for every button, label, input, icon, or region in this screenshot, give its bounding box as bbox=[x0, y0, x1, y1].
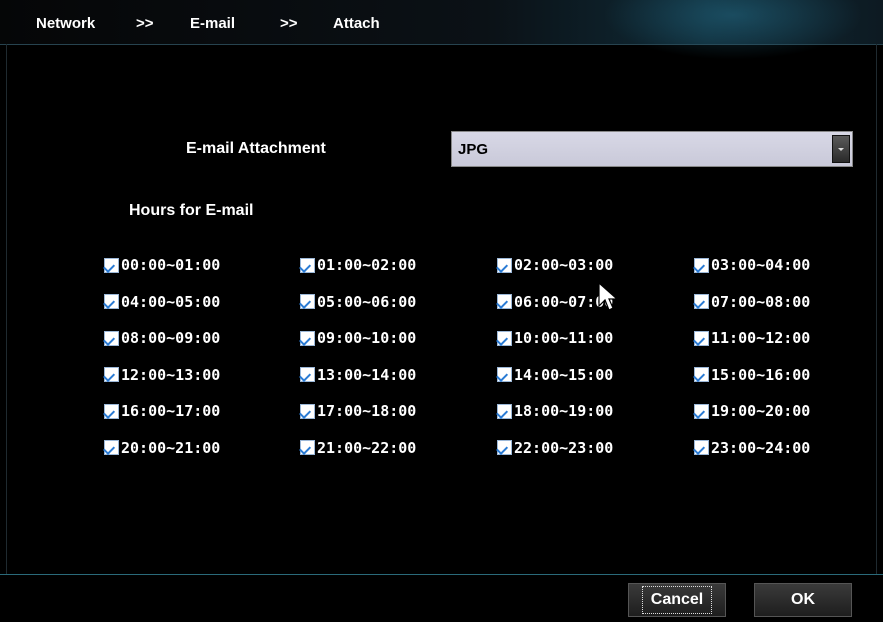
hour-slot[interactable]: 04:00~05:00 bbox=[104, 293, 220, 311]
hour-checkbox[interactable] bbox=[104, 257, 119, 273]
hour-checkbox[interactable] bbox=[104, 403, 119, 419]
hour-slot-label: 00:00~01:00 bbox=[121, 256, 221, 274]
attachment-select-value: JPG bbox=[458, 141, 489, 158]
hour-checkbox[interactable] bbox=[694, 367, 709, 382]
hour-checkbox[interactable] bbox=[497, 330, 512, 346]
hour-checkbox[interactable] bbox=[497, 367, 512, 382]
email-attach-screen: Network >> E-mail >> Attach E-mail Attac… bbox=[0, 0, 883, 622]
hour-slot[interactable]: 15:00~16:00 bbox=[694, 366, 810, 384]
hour-slot-label: 13:00~14:00 bbox=[317, 365, 417, 384]
breadcrumb-attach: Attach bbox=[333, 15, 380, 32]
hour-checkbox[interactable] bbox=[300, 330, 315, 346]
hour-slot-label: 20:00~21:00 bbox=[121, 438, 221, 457]
hour-slot-label: 04:00~05:00 bbox=[121, 292, 221, 311]
breadcrumb-separator: >> bbox=[136, 15, 154, 32]
hour-slot-label: 18:00~19:00 bbox=[514, 402, 614, 420]
hour-slot[interactable]: 23:00~24:00 bbox=[694, 439, 810, 457]
hour-checkbox[interactable] bbox=[300, 403, 315, 419]
chevron-down-icon[interactable] bbox=[832, 135, 850, 163]
hour-slot-label: 03:00~04:00 bbox=[711, 256, 811, 274]
hour-slot[interactable]: 02:00~03:00 bbox=[497, 256, 613, 274]
hour-checkbox[interactable] bbox=[694, 330, 709, 346]
hour-slot[interactable]: 07:00~08:00 bbox=[694, 293, 810, 311]
breadcrumb-network[interactable]: Network bbox=[36, 15, 95, 32]
hour-slot[interactable]: 08:00~09:00 bbox=[104, 329, 220, 347]
hour-slot-label: 21:00~22:00 bbox=[317, 438, 417, 457]
hour-slot-label: 09:00~10:00 bbox=[317, 329, 417, 347]
hour-checkbox[interactable] bbox=[300, 440, 315, 455]
hour-slot-label: 16:00~17:00 bbox=[121, 402, 221, 420]
hour-slot-label: 17:00~18:00 bbox=[317, 402, 417, 420]
title-bar: Network >> E-mail >> Attach bbox=[0, 0, 883, 60]
hour-slot[interactable]: 18:00~19:00 bbox=[497, 402, 613, 420]
hour-slot[interactable]: 01:00~02:00 bbox=[300, 256, 416, 274]
hour-checkbox[interactable] bbox=[104, 294, 119, 309]
hour-slot-label: 05:00~06:00 bbox=[317, 292, 417, 311]
hour-slot-label: 12:00~13:00 bbox=[121, 365, 221, 384]
hour-checkbox[interactable] bbox=[104, 330, 119, 346]
ok-button[interactable]: OK bbox=[754, 583, 852, 617]
hour-slot[interactable]: 12:00~13:00 bbox=[104, 366, 220, 384]
hour-checkbox[interactable] bbox=[104, 440, 119, 455]
hour-checkbox[interactable] bbox=[300, 257, 315, 273]
hour-slot[interactable]: 17:00~18:00 bbox=[300, 402, 416, 420]
hour-slot[interactable]: 00:00~01:00 bbox=[104, 256, 220, 274]
hour-slot[interactable]: 14:00~15:00 bbox=[497, 366, 613, 384]
hour-checkbox[interactable] bbox=[104, 367, 119, 382]
hour-slot[interactable]: 11:00~12:00 bbox=[694, 329, 810, 347]
hour-slot[interactable]: 19:00~20:00 bbox=[694, 402, 810, 420]
hour-slot-label: 11:00~12:00 bbox=[711, 329, 811, 347]
hours-grid: 00:00~01:00 01:00~02:00 02:00~03:00 03:00~0… bbox=[104, 256, 844, 476]
hour-checkbox[interactable] bbox=[497, 294, 512, 309]
hour-slot[interactable]: 13:00~14:00 bbox=[300, 366, 416, 384]
hour-slot[interactable]: 03:00~04:00 bbox=[694, 256, 810, 274]
hour-slot-label: 22:00~23:00 bbox=[514, 438, 614, 457]
hour-slot-label: 01:00~02:00 bbox=[317, 256, 417, 274]
hour-slot[interactable]: 22:00~23:00 bbox=[497, 439, 613, 457]
hour-checkbox[interactable] bbox=[694, 257, 709, 273]
hour-slot[interactable]: 16:00~17:00 bbox=[104, 402, 220, 420]
hour-checkbox[interactable] bbox=[497, 257, 512, 273]
footer-divider bbox=[0, 574, 883, 575]
hour-slot[interactable]: 20:00~21:00 bbox=[104, 439, 220, 457]
hour-slot-label: 15:00~16:00 bbox=[711, 365, 811, 384]
hour-slot[interactable]: 10:00~11:00 bbox=[497, 329, 613, 347]
hour-slot[interactable]: 06:00~07:00 bbox=[497, 293, 613, 311]
hour-slot-label: 23:00~24:00 bbox=[711, 438, 811, 457]
hours-heading: Hours for E-mail bbox=[129, 202, 254, 219]
ok-button-label: OK bbox=[791, 591, 815, 608]
hour-slot-label: 08:00~09:00 bbox=[121, 329, 221, 347]
breadcrumb-separator: >> bbox=[280, 15, 298, 32]
hour-checkbox[interactable] bbox=[497, 403, 512, 419]
hour-checkbox[interactable] bbox=[300, 294, 315, 309]
hour-slot-label: 14:00~15:00 bbox=[514, 365, 614, 384]
hour-slot[interactable]: 05:00~06:00 bbox=[300, 293, 416, 311]
hour-slot-label: 07:00~08:00 bbox=[711, 292, 811, 311]
breadcrumb-email[interactable]: E-mail bbox=[190, 15, 235, 32]
hour-slot-label: 10:00~11:00 bbox=[514, 329, 614, 347]
hour-checkbox[interactable] bbox=[694, 403, 709, 419]
hour-slot[interactable]: 09:00~10:00 bbox=[300, 329, 416, 347]
cancel-button-label: Cancel bbox=[641, 586, 713, 614]
hour-checkbox[interactable] bbox=[300, 367, 315, 382]
hour-slot-label: 19:00~20:00 bbox=[711, 402, 811, 420]
mouse-pointer-icon bbox=[598, 281, 620, 317]
hour-checkbox[interactable] bbox=[694, 294, 709, 309]
hour-checkbox[interactable] bbox=[497, 440, 512, 455]
hour-slot-label: 02:00~03:00 bbox=[514, 256, 614, 274]
cancel-button[interactable]: Cancel bbox=[628, 583, 726, 617]
hour-checkbox[interactable] bbox=[694, 440, 709, 455]
hour-slot[interactable]: 21:00~22:00 bbox=[300, 439, 416, 457]
attachment-select[interactable]: JPG bbox=[451, 131, 853, 167]
attachment-label: E-mail Attachment bbox=[186, 140, 326, 157]
